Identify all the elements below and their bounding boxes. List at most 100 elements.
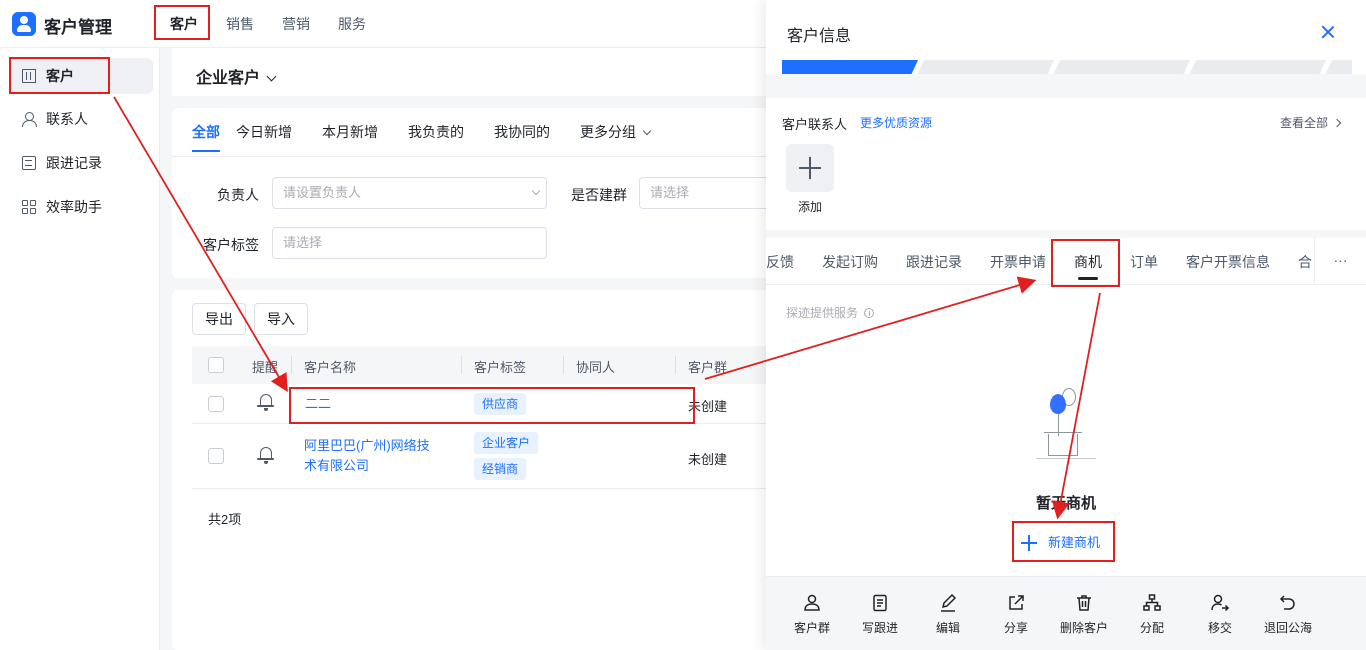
owner-select[interactable]: 请设置负责人 [272,177,547,209]
close-icon[interactable] [1319,23,1337,41]
action-label: 分配 [1139,621,1164,635]
customer-name-link[interactable]: 二二 [305,394,331,414]
new-opportunity-button[interactable]: 新建商机 [1020,530,1112,556]
row-checkbox[interactable] [208,448,224,464]
column-separator [461,356,462,374]
tab-more-groups[interactable]: 更多分组 [580,122,652,146]
sidebar-item-assistant[interactable]: 效率助手 [10,189,153,225]
topnav-service[interactable]: 服务 [324,0,380,48]
stage-step[interactable] [1047,60,1191,74]
customer-group-action[interactable]: 客户群 [782,593,842,636]
bell-icon[interactable] [257,394,274,411]
topnav-marketing[interactable]: 营销 [268,0,324,48]
tag-select[interactable]: 请选择 [272,227,547,259]
stage-step[interactable] [1183,60,1327,74]
stage-step[interactable] [782,60,919,74]
edit-action[interactable]: 编辑 [918,593,978,636]
owner-label: 负责人 [217,187,259,203]
sidebar-item-label: 联系人 [46,111,88,127]
add-contact-label: 添加 [798,200,823,214]
page-title-dropdown[interactable]: 企业客户 [196,64,277,88]
undo-icon [1278,593,1298,613]
action-label: 退回公海 [1263,621,1312,635]
owner-placeholder: 请设置负责人 [283,185,362,200]
export-button[interactable]: 导出 [192,303,246,335]
tab-today[interactable]: 今日新增 [236,122,292,146]
sidebar-item-customer[interactable]: 客户 [10,58,153,94]
grid-icon [22,200,36,214]
row-checkbox[interactable] [208,396,224,412]
tab-invoice-info[interactable]: 客户开票信息 [1186,252,1270,272]
topnav-customer[interactable]: 客户 [156,0,212,48]
more-resources-link[interactable]: 更多优质资源 [860,114,932,131]
share-action[interactable]: 分享 [986,593,1046,636]
customer-contacts-section: 客户联系人 更多优质资源 查看全部 添加 [766,98,1366,230]
action-label: 编辑 [935,621,960,635]
header-customer-tag: 客户标签 [474,360,527,375]
group-select[interactable]: 请选择 [639,177,772,209]
sidebar-item-label: 跟进记录 [46,155,102,171]
chevron-down-icon [266,71,277,82]
active-tab-underline [1078,277,1098,280]
divider [766,284,1366,285]
customer-name-line: 术有限公司 [304,458,370,473]
group-label: 是否建群 [571,187,627,203]
tab-order-request[interactable]: 发起订购 [822,252,878,272]
stage-step[interactable] [911,60,1055,74]
contact-icon [22,112,37,127]
total-count: 共2项 [208,512,242,527]
delete-customer-action[interactable]: 删除客户 [1054,593,1114,636]
tab-collaborating[interactable]: 我协同的 [494,122,550,146]
tab-followups[interactable]: 跟进记录 [906,252,962,272]
customer-info-drawer: 客户信息 客户联系人 更多优质资源 查看全部 添加 反馈 发起订购 跟进记录 开… [766,0,1366,650]
tag-label: 客户标签 [203,237,259,253]
transfer-action[interactable]: 移交 [1190,593,1250,636]
customer-tag: 企业客户 [474,432,539,454]
add-contact-button[interactable] [786,144,834,192]
tab-this-month[interactable]: 本月新增 [322,122,378,146]
more-tabs-button[interactable]: ··· [1314,238,1366,284]
return-to-pool-action[interactable]: 退回公海 [1258,593,1318,636]
contacts-title: 客户联系人 [782,117,848,132]
tab-all[interactable]: 全部 [192,122,220,152]
write-followup-action[interactable]: 写跟进 [850,593,910,636]
tab-opportunities[interactable]: 商机 [1074,252,1102,272]
app-logo-icon [12,12,36,36]
assign-action[interactable]: 分配 [1122,593,1182,636]
sidebar-item-contacts[interactable]: 联系人 [10,101,153,137]
customer-name-link[interactable]: 阿里巴巴(广州)网络技 术有限公司 [304,436,430,476]
info-icon[interactable] [864,308,875,318]
chevron-down-icon [642,126,652,136]
table-row[interactable]: 阿里巴巴(广州)网络技 术有限公司 企业客户 经销商 未创建 [192,424,772,489]
customer-group-status: 未创建 [688,399,728,414]
action-label: 分享 [1003,621,1028,635]
sidebar-item-label: 效率助手 [46,199,102,215]
bell-icon[interactable] [257,447,274,464]
chevron-down-icon [531,186,541,196]
tab-feedback[interactable]: 反馈 [766,252,794,272]
topnav-sales[interactable]: 销售 [212,0,268,48]
sidebar-item-followups[interactable]: 跟进记录 [10,145,153,181]
customer-tag: 供应商 [474,393,527,415]
drawer-header: 客户信息 [766,0,1366,74]
edit-icon [938,593,958,613]
empty-state-text: 暂无商机 [1035,495,1096,512]
tab-invoice-request[interactable]: 开票申请 [990,252,1046,272]
empty-state-illustration [1036,388,1096,464]
view-all-link[interactable]: 查看全部 [1280,114,1342,131]
tab-mine[interactable]: 我负责的 [408,122,464,146]
table-row[interactable]: 二二 供应商 未创建 [192,384,772,424]
document-icon [22,156,36,170]
tab-contract[interactable]: 合 [1298,252,1312,272]
column-separator [563,356,564,374]
import-button[interactable]: 导入 [254,303,308,335]
tab-orders[interactable]: 订单 [1130,252,1158,272]
header-reminder: 提醒 [252,360,279,375]
column-separator [291,356,292,374]
top-nav: 客户 销售 营销 服务 [156,0,380,48]
trash-icon [1074,593,1094,613]
select-all-checkbox[interactable] [208,357,224,373]
detail-tabs-panel: 反馈 发起订购 跟进记录 开票申请 商机 订单 客户开票信息 合 ··· 探迹提… [766,238,1366,576]
note-icon [870,593,890,613]
customer-group-status: 未创建 [688,452,728,467]
